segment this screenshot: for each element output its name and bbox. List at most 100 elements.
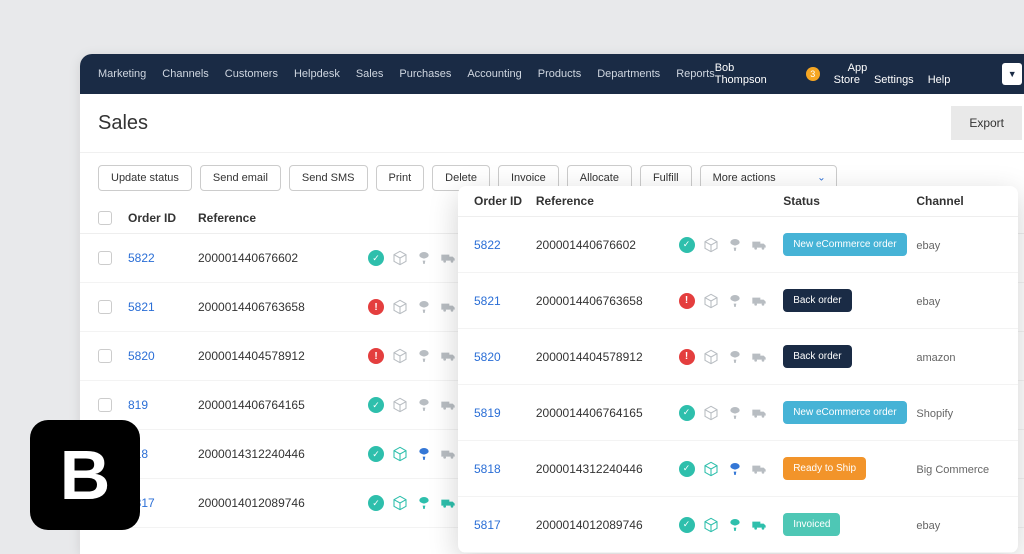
reference-value: 2000014012089746 — [198, 496, 305, 510]
order-id-link[interactable]: 5821 — [128, 300, 155, 314]
truck-icon — [751, 349, 767, 365]
order-id-link[interactable]: 819 — [128, 398, 148, 412]
nav-accounting[interactable]: Accounting — [467, 68, 521, 80]
check-icon: ✓ — [679, 237, 695, 253]
reference-value: 2000014406764165 — [536, 406, 643, 420]
table-row: 58192000014406764165✓New eCommerce order… — [458, 385, 1018, 441]
page-header: Sales Export — [80, 94, 1024, 153]
para-icon — [727, 237, 743, 253]
channel-value: ebay — [916, 520, 940, 532]
nav-channels[interactable]: Channels — [162, 68, 208, 80]
nav-purchases[interactable]: Purchases — [399, 68, 451, 80]
order-id-link[interactable]: 5817 — [474, 518, 501, 532]
status-badge[interactable]: Invoiced — [783, 513, 840, 536]
nav-sales[interactable]: Sales — [356, 68, 384, 80]
print-button[interactable]: Print — [376, 165, 425, 191]
order-id-link[interactable]: 5822 — [128, 251, 155, 265]
channel-value: Shopify — [916, 408, 953, 420]
para-icon — [727, 405, 743, 421]
truck-icon — [440, 397, 456, 413]
box-icon — [392, 495, 408, 511]
reference-value: 2000014404578912 — [536, 350, 643, 364]
reference-value: 2000014312240446 — [198, 447, 305, 461]
check-icon: ✓ — [368, 446, 384, 462]
usernav-app-store[interactable]: App Store — [834, 62, 868, 86]
status-badge[interactable]: Back order — [783, 345, 851, 368]
nav-reports[interactable]: Reports — [676, 68, 715, 80]
usernav-help[interactable]: Help — [928, 74, 951, 86]
check-icon: ✓ — [368, 250, 384, 266]
status-badge[interactable]: Ready to Ship — [783, 457, 866, 480]
reference-value: 2000014406764165 — [198, 398, 305, 412]
notification-badge[interactable]: 3 — [806, 67, 820, 81]
update-status-button[interactable]: Update status — [98, 165, 192, 191]
reference-header[interactable]: Reference — [198, 211, 368, 225]
nav-marketing[interactable]: Marketing — [98, 68, 146, 80]
truck-icon — [440, 446, 456, 462]
para-icon — [416, 299, 432, 315]
nav-products[interactable]: Products — [538, 68, 581, 80]
order-id-header[interactable]: Order ID — [474, 194, 536, 208]
order-id-link[interactable]: 5820 — [128, 349, 155, 363]
order-id-link[interactable]: 5818 — [474, 462, 501, 476]
para-icon — [727, 461, 743, 477]
table-row: 58212000014406763658!Back orderebay — [458, 273, 1018, 329]
reference-value: 2000014012089746 — [536, 518, 643, 532]
chevron-down-icon[interactable]: ▼ — [1002, 63, 1022, 85]
alert-icon: ! — [679, 349, 695, 365]
truck-icon — [751, 405, 767, 421]
select-all-checkbox[interactable] — [98, 211, 112, 225]
check-icon: ✓ — [679, 517, 695, 533]
box-icon — [703, 349, 719, 365]
reference-header[interactable]: Reference — [536, 194, 679, 208]
user-area: Bob Thompson 3 App Store Settings Help ▼ — [715, 62, 1022, 86]
nav-helpdesk[interactable]: Helpdesk — [294, 68, 340, 80]
reference-value: 2000014406763658 — [198, 300, 305, 314]
box-icon — [703, 461, 719, 477]
status-badge[interactable]: Back order — [783, 289, 851, 312]
box-icon — [703, 517, 719, 533]
truck-icon — [440, 348, 456, 364]
row-checkbox[interactable] — [98, 398, 112, 412]
order-id-link[interactable]: 5819 — [474, 406, 501, 420]
order-id-header[interactable]: Order ID — [128, 211, 198, 225]
send-email-button[interactable]: Send email — [200, 165, 281, 191]
order-id-link[interactable]: 5822 — [474, 238, 501, 252]
status-badge[interactable]: New eCommerce order — [783, 233, 906, 256]
order-id-link[interactable]: 5821 — [474, 294, 501, 308]
nav-departments[interactable]: Departments — [597, 68, 660, 80]
check-icon: ✓ — [368, 495, 384, 511]
truck-icon — [751, 461, 767, 477]
box-icon — [392, 348, 408, 364]
box-icon — [392, 446, 408, 462]
usernav-settings[interactable]: Settings — [874, 74, 914, 86]
row-checkbox[interactable] — [98, 349, 112, 363]
truck-icon — [440, 250, 456, 266]
export-button[interactable]: Export — [951, 106, 1022, 140]
reference-value: 200001440676602 — [536, 238, 636, 252]
user-name[interactable]: Bob Thompson — [715, 62, 788, 86]
chevron-down-icon: ⌄ — [817, 173, 825, 184]
send-sms-button[interactable]: Send SMS — [289, 165, 368, 191]
reference-value: 2000014404578912 — [198, 349, 305, 363]
top-nav: Marketing Channels Customers Helpdesk Sales P… — [80, 54, 1024, 94]
table-row: 58202000014404578912!Back orderamazon — [458, 329, 1018, 385]
alert-icon: ! — [679, 293, 695, 309]
para-icon — [727, 293, 743, 309]
alert-icon: ! — [368, 348, 384, 364]
status-header[interactable]: Status — [783, 194, 916, 208]
order-id-link[interactable]: 5820 — [474, 350, 501, 364]
check-icon: ✓ — [368, 397, 384, 413]
row-checkbox[interactable] — [98, 300, 112, 314]
truck-icon — [440, 299, 456, 315]
para-icon — [727, 517, 743, 533]
row-checkbox[interactable] — [98, 251, 112, 265]
status-badge[interactable]: New eCommerce order — [783, 401, 906, 424]
channel-header[interactable]: Channel — [916, 194, 1002, 208]
nav-customers[interactable]: Customers — [225, 68, 278, 80]
page-title: Sales — [98, 112, 148, 135]
box-icon — [703, 237, 719, 253]
channel-value: ebay — [916, 296, 940, 308]
status-panel: Order ID Reference Status Channel 5822 20… — [458, 186, 1018, 553]
brand-logo: B — [30, 420, 140, 530]
